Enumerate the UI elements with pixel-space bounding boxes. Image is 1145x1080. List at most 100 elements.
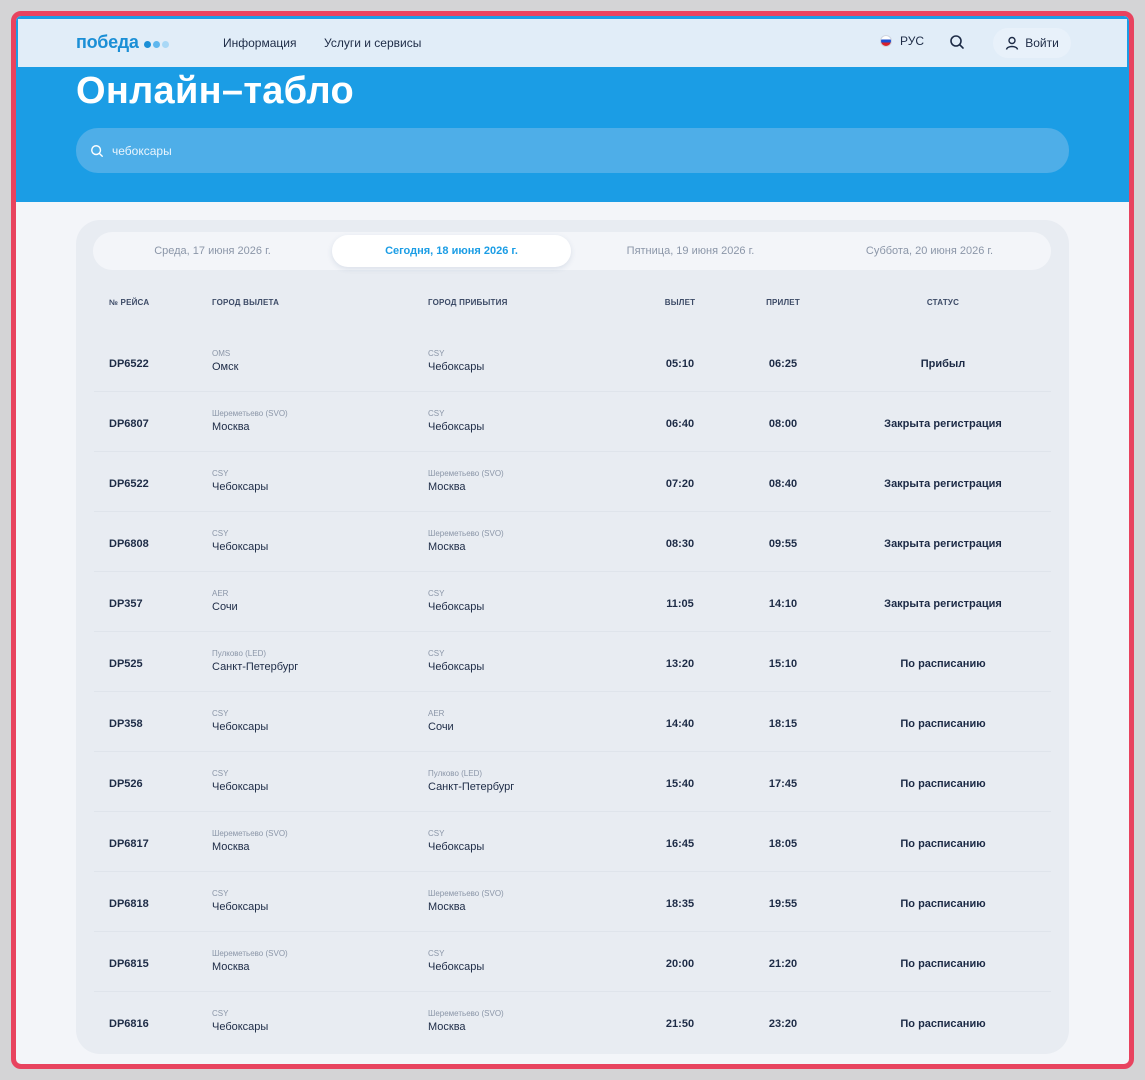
departure-airport-code: OMS: [212, 349, 231, 358]
arrival-city-name: Москва: [428, 541, 466, 553]
tab-date-2[interactable]: Сегодня, 18 июня 2026 г.: [332, 235, 571, 267]
logo-dot: [152, 40, 160, 48]
departure-city-name: Чебоксары: [212, 721, 269, 733]
table-row[interactable]: DP6522 OMS Омск CSY Чебоксары 05:10 06:25 Прибы…: [94, 332, 1051, 392]
tab-date-4[interactable]: Суббота, 20 июня 2026 г.: [810, 232, 1049, 270]
arrival-city-name: Санкт-Петербург: [428, 781, 515, 793]
flight-board-card: Среда, 17 июня 2026 г. Сегодня, 18 июня …: [76, 220, 1069, 1054]
arrival-airport-code: CSY: [428, 349, 445, 358]
arrival-time: 19:55: [768, 898, 798, 910]
flight-number[interactable]: DP6816: [109, 1018, 149, 1030]
departure-time: 15:40: [665, 778, 695, 790]
flight-number[interactable]: DP357: [109, 598, 143, 610]
arrival-airport-code: Шереметьево (SVO): [428, 1009, 504, 1018]
flight-status: По расписанию: [900, 838, 986, 850]
departure-time: 11:05: [666, 598, 694, 610]
arrival-time: 21:20: [768, 958, 798, 970]
flight-number[interactable]: DP6815: [109, 958, 149, 970]
flight-number[interactable]: DP6808: [109, 538, 149, 550]
flight-number[interactable]: DP6522: [109, 358, 149, 370]
table-row[interactable]: DP6808 CSY Чебоксары Шереметьево (SVO) Москв…: [94, 512, 1051, 572]
table-row[interactable]: DP6818 CSY Чебоксары Шереметьево (SVO) Москв…: [94, 872, 1051, 932]
arrival-city: CSY Чебоксары: [428, 349, 484, 373]
arrival-city-name: Чебоксары: [428, 601, 485, 613]
flight-status: Прибыл: [920, 358, 966, 370]
arrival-city-name: Москва: [428, 1021, 466, 1033]
nav-link-info[interactable]: Информация: [223, 36, 296, 50]
arrival-airport-code: Шереметьево (SVO): [428, 469, 504, 478]
departure-city: Пулково (LED) Санкт-Петербург: [212, 649, 298, 673]
departure-city-name: Чебоксары: [212, 481, 269, 493]
arrival-time: 18:15: [768, 718, 798, 730]
flight-number[interactable]: DP358: [109, 718, 143, 730]
departure-city: OMS Омск: [212, 349, 238, 373]
tab-date-3[interactable]: Пятница, 19 июня 2026 г.: [571, 232, 810, 270]
arrival-time: 08:40: [768, 478, 798, 490]
language-selector[interactable]: РУС: [880, 34, 924, 48]
flight-number[interactable]: DP526: [109, 778, 143, 790]
departure-time: 13:20: [665, 658, 695, 670]
arrival-airport-code: CSY: [428, 649, 445, 658]
page-title: Онлайн–табло: [76, 70, 354, 112]
departure-airport-code: CSY: [212, 529, 229, 538]
table-row[interactable]: DP6807 Шереметьево (SVO) Москва CSY Чебоксар…: [94, 392, 1051, 452]
arrival-city-name: Чебоксары: [428, 361, 485, 373]
departure-airport-code: Шереметьево (SVO): [212, 949, 288, 958]
departure-time: 16:45: [665, 838, 695, 850]
departure-city: CSY Чебоксары: [212, 769, 268, 793]
table-row[interactable]: DP357 AER Сочи CSY Чебоксары 11:05 14:10 Закрыт…: [94, 572, 1051, 632]
arrival-time: 14:10: [768, 598, 798, 610]
arrival-time: 09:55: [768, 538, 798, 550]
search-box[interactable]: [76, 128, 1069, 173]
arrival-airport-code: Пулково (LED): [428, 769, 483, 778]
flight-number[interactable]: DP525: [109, 658, 143, 670]
table-row[interactable]: DP6522 CSY Чебоксары Шереметьево (SVO) Москв…: [94, 452, 1051, 512]
arrival-time: 06:25: [768, 358, 798, 370]
nav-search-button[interactable]: [949, 34, 965, 55]
departure-city-name: Москва: [212, 421, 250, 433]
arrival-airport-code: CSY: [428, 409, 445, 418]
table-row[interactable]: DP6817 Шереметьево (SVO) Москва CSY Чебоксар…: [94, 812, 1051, 872]
departure-city-name: Чебоксары: [212, 541, 269, 553]
flight-number[interactable]: DP6807: [109, 418, 149, 430]
arrival-time: 18:05: [768, 838, 798, 850]
flight-status: Закрыта регистрация: [884, 598, 1002, 610]
table-header: № РЕЙСА ГОРОД ВЫЛЕТА ГОРОД ПРИБЫТИЯ ВЫЛЕ…: [76, 298, 1069, 314]
table-row[interactable]: DP358 CSY Чебоксары AER Сочи 14:40 18:15 По рас…: [94, 692, 1051, 752]
departure-city-name: Чебоксары: [212, 1021, 269, 1033]
flight-number[interactable]: DP6818: [109, 898, 149, 910]
departure-time: 05:10: [665, 358, 695, 370]
departure-city: Шереметьево (SVO) Москва: [212, 409, 288, 433]
departure-city: Шереметьево (SVO) Москва: [212, 949, 288, 973]
arrival-city: CSY Чебоксары: [428, 649, 484, 673]
departure-time: 14:40: [665, 718, 695, 730]
departure-city-name: Санкт-Петербург: [212, 661, 299, 673]
search-icon: [950, 35, 964, 49]
arrival-city-name: Москва: [428, 901, 466, 913]
flight-number[interactable]: DP6522: [109, 478, 149, 490]
table-row[interactable]: DP6816 CSY Чебоксары Шереметьево (SVO) Москв…: [94, 992, 1051, 1052]
arrival-city: Шереметьево (SVO) Москва: [428, 529, 504, 553]
top-navbar: победа Информация Услуги и сервисы РУС В…: [18, 19, 1127, 67]
logo-dots: [142, 40, 169, 48]
departure-city: CSY Чебоксары: [212, 1009, 268, 1033]
nav-link-services[interactable]: Услуги и сервисы: [324, 36, 421, 50]
arrival-city: Шереметьево (SVO) Москва: [428, 469, 504, 493]
arrival-city-name: Чебоксары: [428, 661, 485, 673]
flight-status: По расписанию: [900, 958, 986, 970]
column-header-flight: № РЕЙСА: [109, 298, 150, 307]
flight-status: По расписанию: [900, 658, 986, 670]
arrival-time: 17:45: [768, 778, 798, 790]
flight-number[interactable]: DP6817: [109, 838, 149, 850]
arrival-city-name: Сочи: [428, 721, 454, 733]
logo[interactable]: победа: [76, 32, 169, 53]
tab-date-1[interactable]: Среда, 17 июня 2026 г.: [93, 232, 332, 270]
table-row[interactable]: DP526 CSY Чебоксары Пулково (LED) Санкт-Пете…: [94, 752, 1051, 812]
arrival-time: 15:10: [768, 658, 798, 670]
table-row[interactable]: DP6815 Шереметьево (SVO) Москва CSY Чебоксар…: [94, 932, 1051, 992]
table-row[interactable]: DP525 Пулково (LED) Санкт-Петербург CSY Чебо…: [94, 632, 1051, 692]
login-button[interactable]: Войти: [993, 28, 1071, 58]
departure-time: 18:35: [665, 898, 695, 910]
arrival-airport-code: AER: [428, 709, 445, 718]
search-input[interactable]: [112, 143, 1012, 158]
